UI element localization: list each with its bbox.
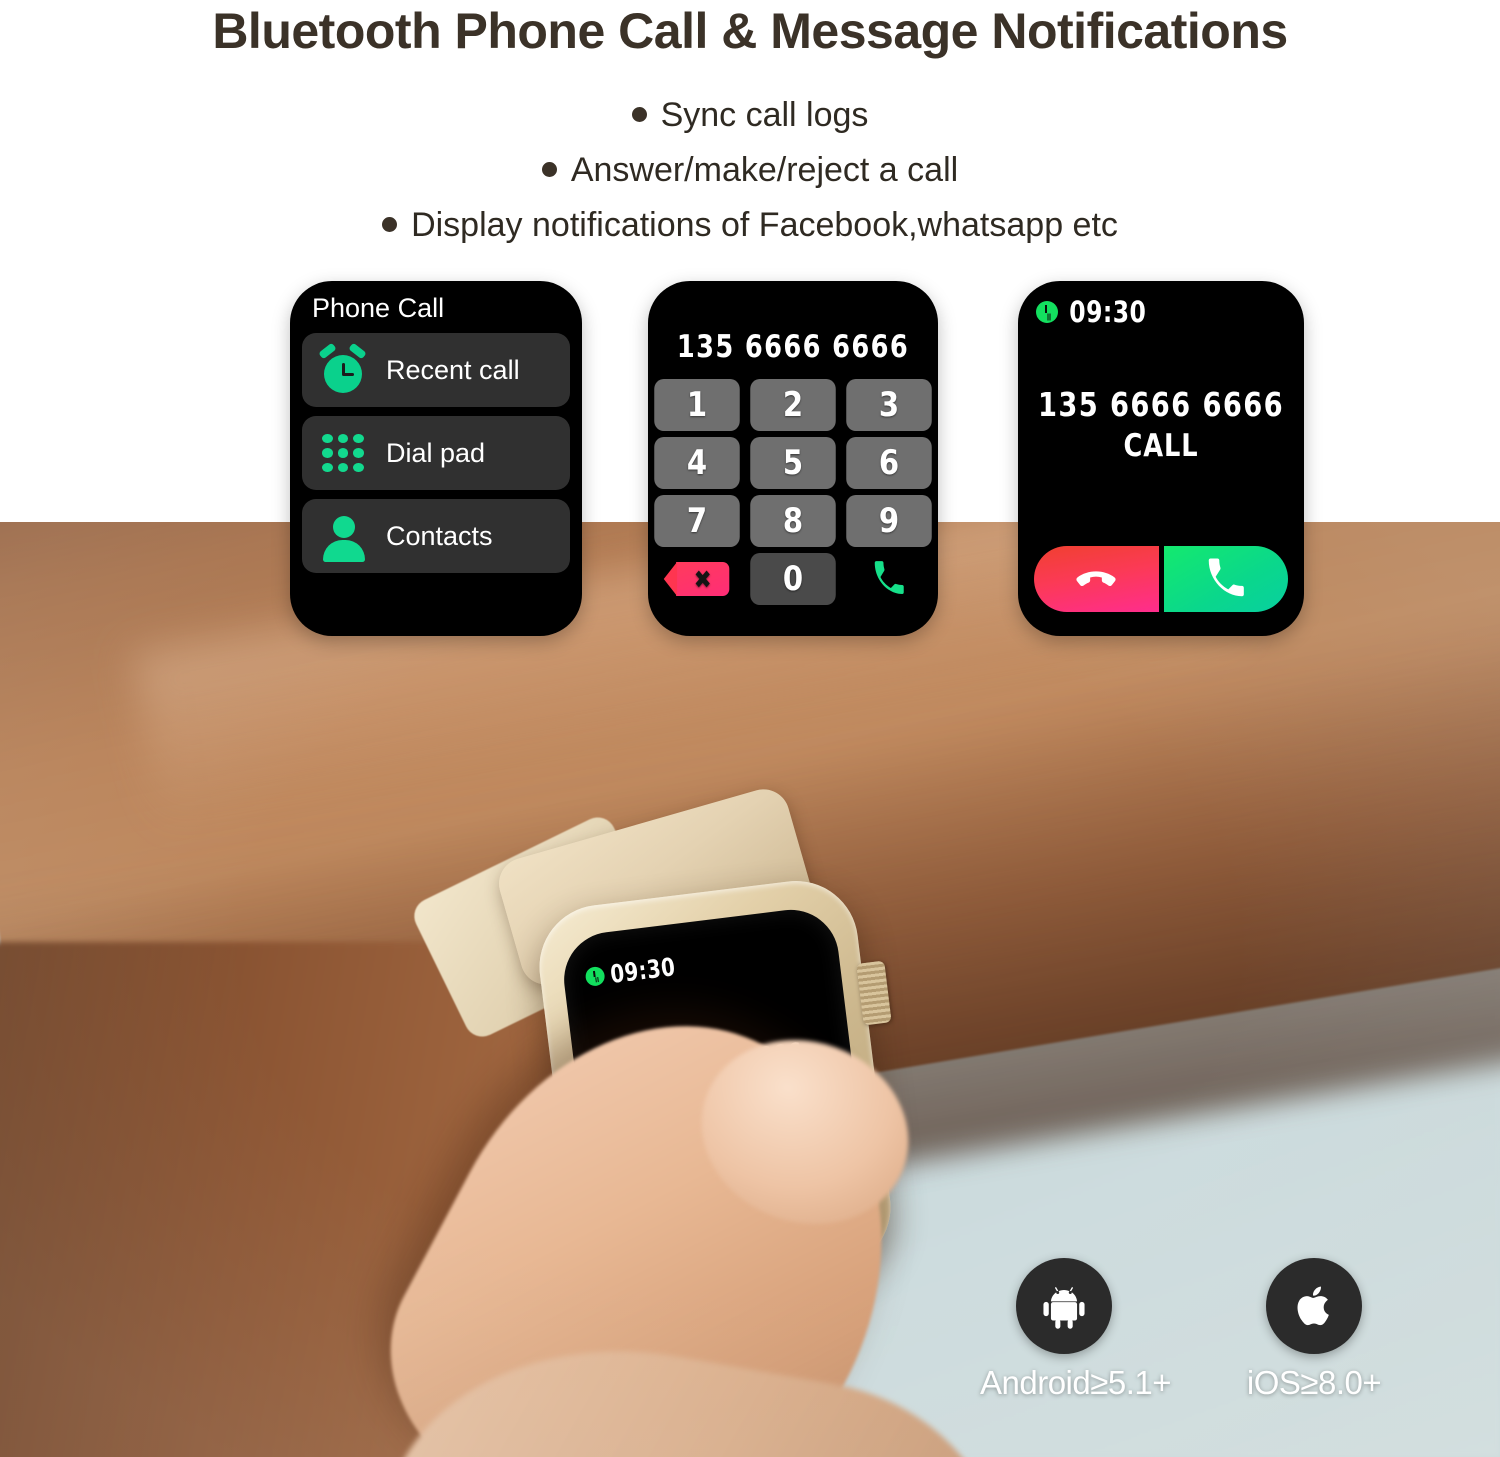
alarm-clock-icon [316,342,370,397]
clock-icon [1036,301,1058,323]
key-0[interactable]: 0 [750,553,836,605]
android-icon [1043,1287,1085,1329]
compatibility-badges: Android≥5.1+ iOS≥8.0+ [980,1258,1440,1402]
phone-hangup-icon [1076,571,1116,587]
android-badge-circle [1016,1258,1112,1354]
compat-ios: iOS≥8.0+ [1230,1258,1398,1402]
caller-number: 135 6666 6666 [1037,385,1284,424]
key-8[interactable]: 8 [750,495,836,547]
list-item: Answer/make/reject a call [0,143,1500,198]
feature-bullet-list: Sync call logs Answer/make/reject a call… [0,88,1500,253]
menu-item-label: Contacts [386,520,493,551]
bullet-dot-icon [382,217,398,233]
menu-item-label: Dial pad [386,437,486,468]
key-5[interactable]: 5 [750,437,836,489]
menu-item-dial-pad[interactable]: Dial pad [302,416,570,490]
compat-label: iOS≥8.0+ [1246,1364,1382,1401]
dial-grid-icon [316,426,370,480]
phone-call-icon [1208,558,1244,597]
person-icon [316,509,370,563]
key-1[interactable]: 1 [654,379,740,431]
bullet-text: Sync call logs [660,96,869,134]
apple-badge-circle [1266,1258,1362,1354]
key-3[interactable]: 3 [846,379,932,431]
compat-label: Android≥5.1+ [980,1364,1172,1401]
key-4[interactable]: 4 [654,437,740,489]
key-6[interactable]: 6 [846,437,932,489]
bullet-text: Answer/make/reject a call [570,151,959,190]
menu-item-recent-call[interactable]: Recent call [302,333,570,407]
list-item: Sync call logs [0,88,1500,143]
key-9[interactable]: 9 [846,495,932,547]
bullet-dot-icon [631,107,647,122]
watch-screen-dialpad: 135 6666 6666 1 2 3 4 5 6 7 8 9 ✖ 0 [648,281,938,636]
menu-item-contacts[interactable]: Contacts [302,499,570,573]
watch-screen-incoming-call: 09:30 135 6666 6666 CALL [1018,281,1304,636]
menu-item-label: Recent call [386,354,520,385]
backspace-button[interactable]: ✖ [654,553,740,605]
status-bar: 09:30 [1018,281,1304,329]
call-state-label: CALL [1123,428,1199,464]
page-title: Bluetooth Phone Call & Message Notificat… [212,3,1288,59]
reject-call-button[interactable] [1034,546,1159,612]
compat-android: Android≥5.1+ [980,1258,1172,1402]
watch-screen-phone-call-menu: Phone Call Recent call Dial pad Contacts [290,281,582,636]
backspace-icon: ✖ [663,562,730,596]
bullet-text: Display notifications of Facebook,whatsa… [411,206,1118,245]
accept-call-button[interactable] [1163,546,1288,612]
call-actions [1034,546,1288,612]
dialed-number-display: 135 6666 6666 [676,329,910,365]
phone-call-icon [874,561,904,594]
menu-title: Phone Call [312,293,445,323]
dial-call-button[interactable] [846,553,932,605]
status-time: 09:30 [1069,295,1147,329]
dialpad-keys: 1 2 3 4 5 6 7 8 9 ✖ 0 [648,365,938,605]
list-item: Display notifications of Facebook,whatsa… [0,198,1500,253]
key-2[interactable]: 2 [750,379,836,431]
bullet-dot-icon [541,162,557,178]
apple-icon [1297,1286,1329,1326]
key-7[interactable]: 7 [654,495,740,547]
